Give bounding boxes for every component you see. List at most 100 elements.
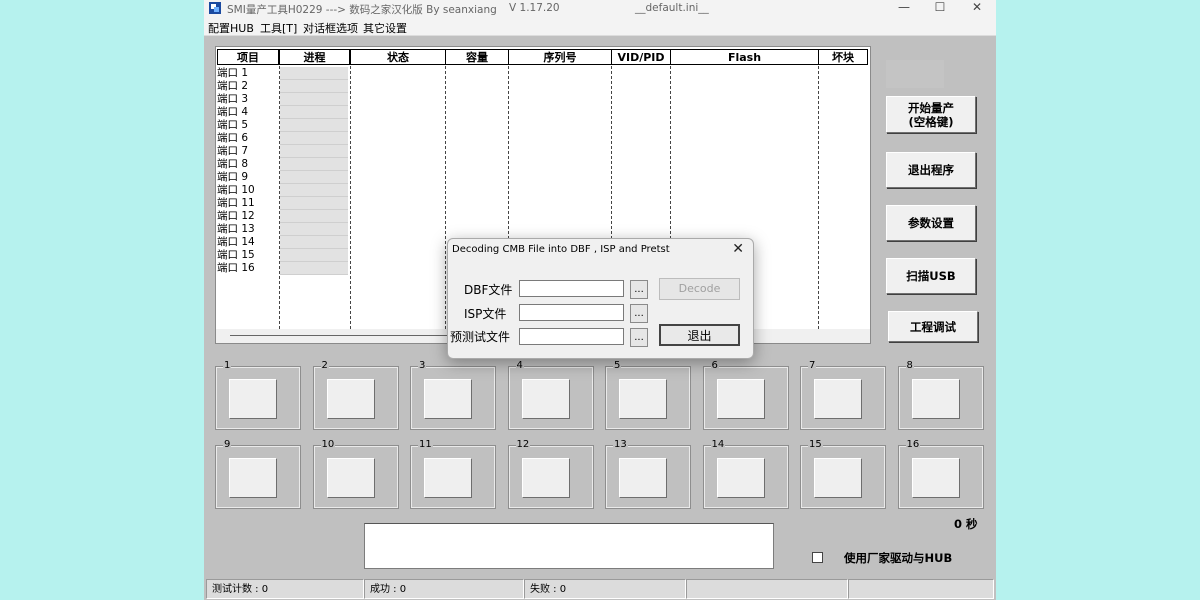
progress-cell xyxy=(280,262,348,275)
col-header-capacity[interactable]: 容量 xyxy=(445,49,509,65)
pretest-browse-button[interactable]: ... xyxy=(630,328,648,347)
col-header-flash[interactable]: Flash xyxy=(670,49,819,65)
port-slot: 5 xyxy=(605,360,691,430)
isp-file-label: ISP文件 xyxy=(464,307,507,321)
port-button[interactable] xyxy=(424,458,472,498)
menu-config-hub[interactable]: 配置HUB xyxy=(208,20,254,36)
port-number: 8 xyxy=(905,360,914,372)
port-button[interactable] xyxy=(424,379,472,419)
version-label: V 1.17.20 xyxy=(509,2,560,14)
progress-cell xyxy=(280,93,348,106)
exit-program-button[interactable]: 退出程序 xyxy=(886,152,976,188)
port-number: 14 xyxy=(710,439,726,451)
table-row-port-label[interactable]: 端口 14 xyxy=(217,236,255,249)
start-production-button[interactable]: 开始量产 (空格键) xyxy=(886,96,976,133)
port-number: 16 xyxy=(905,439,921,451)
port-number: 6 xyxy=(710,360,719,372)
vendor-driver-checkbox[interactable] xyxy=(812,552,823,563)
col-header-serial[interactable]: 序列号 xyxy=(508,49,612,65)
close-icon[interactable]: ✕ xyxy=(959,0,995,17)
status-cell-empty xyxy=(686,579,848,599)
table-row-port-label[interactable]: 端口 13 xyxy=(217,223,255,236)
table-row-port-label[interactable]: 端口 15 xyxy=(217,249,255,262)
dialog-exit-button[interactable]: 退出 xyxy=(659,324,740,346)
port-button[interactable] xyxy=(814,458,862,498)
port-number: 5 xyxy=(613,360,622,372)
pretest-file-label: 预测试文件 xyxy=(450,330,511,344)
port-button[interactable] xyxy=(326,379,375,419)
port-slot: 3 xyxy=(410,360,496,430)
port-number: 7 xyxy=(808,360,817,372)
pretest-file-input[interactable] xyxy=(519,328,624,345)
table-row-port-label[interactable]: 端口 1 xyxy=(217,67,248,80)
col-header-badblock[interactable]: 坏块 xyxy=(818,49,868,65)
port-number: 11 xyxy=(418,439,433,451)
port-slot: 8 xyxy=(897,360,984,430)
title-bar[interactable]: SMI量产工具H0229 ---> 数码之家汉化版 By seanxiang V… xyxy=(204,0,996,17)
col-header-item[interactable]: 项目 xyxy=(217,49,279,65)
progress-cell xyxy=(280,132,348,145)
progress-cell xyxy=(280,171,348,184)
table-row-port-label[interactable]: 端口 11 xyxy=(217,197,255,210)
port-slot: 16 xyxy=(897,439,984,509)
progress-cell xyxy=(280,236,348,249)
isp-file-input[interactable] xyxy=(519,304,624,321)
progress-cell xyxy=(280,119,348,132)
progress-cell xyxy=(280,210,348,223)
table-row-port-label[interactable]: 端口 9 xyxy=(217,171,248,184)
table-row-port-label[interactable]: 端口 10 xyxy=(217,184,255,197)
port-number: 9 xyxy=(223,439,232,451)
col-header-vidpid[interactable]: VID/PID xyxy=(611,49,671,65)
status-bar: 测试计数 : 0 成功 : 0 失败 : 0 xyxy=(204,579,996,600)
vendor-driver-label[interactable]: 使用厂家驱动与HUB xyxy=(844,550,952,566)
decode-button[interactable]: Decode xyxy=(659,278,740,300)
isp-browse-button[interactable]: ... xyxy=(630,304,648,323)
port-button[interactable] xyxy=(619,458,667,498)
minimize-icon[interactable]: — xyxy=(886,0,922,17)
port-button[interactable] xyxy=(521,458,570,498)
table-row-port-label[interactable]: 端口 5 xyxy=(217,119,248,132)
port-button[interactable] xyxy=(229,379,277,419)
port-button[interactable] xyxy=(521,379,570,419)
port-button[interactable] xyxy=(716,379,765,419)
table-row-port-label[interactable]: 端口 4 xyxy=(217,106,248,119)
col-header-status[interactable]: 状态 xyxy=(350,49,446,65)
table-row-port-label[interactable]: 端口 3 xyxy=(217,93,248,106)
engineering-debug-button[interactable]: 工程调试 xyxy=(888,311,978,342)
port-number: 3 xyxy=(418,360,427,372)
table-row-port-label[interactable]: 端口 7 xyxy=(217,145,248,158)
port-button[interactable] xyxy=(619,379,667,419)
scrollbar-thumb[interactable] xyxy=(230,335,450,336)
port-button[interactable] xyxy=(229,458,277,498)
port-button[interactable] xyxy=(716,458,765,498)
table-row-port-label[interactable]: 端口 8 xyxy=(217,158,248,171)
port-button[interactable] xyxy=(814,379,862,419)
port-button[interactable] xyxy=(326,458,375,498)
dbf-file-input[interactable] xyxy=(519,280,624,297)
table-row-port-label[interactable]: 端口 2 xyxy=(217,80,248,93)
column-divider xyxy=(818,66,819,329)
port-button[interactable] xyxy=(911,379,960,419)
progress-cell xyxy=(280,184,348,197)
message-box[interactable] xyxy=(364,523,774,569)
dialog-close-icon[interactable]: ✕ xyxy=(732,241,744,257)
progress-cell xyxy=(280,249,348,262)
table-row-port-label[interactable]: 端口 6 xyxy=(217,132,248,145)
dbf-browse-button[interactable]: ... xyxy=(630,280,648,299)
col-header-progress[interactable]: 进程 xyxy=(279,49,350,65)
decode-cmb-dialog: Decoding CMB File into DBF , ISP and Pre… xyxy=(447,238,754,359)
progress-cell xyxy=(280,197,348,210)
parameter-settings-button[interactable]: 参数设置 xyxy=(886,205,976,241)
port-slot: 14 xyxy=(702,439,789,509)
menu-other-settings[interactable]: 其它设置 xyxy=(363,20,407,36)
table-row-port-label[interactable]: 端口 12 xyxy=(217,210,255,223)
port-button[interactable] xyxy=(911,458,960,498)
scan-usb-button[interactable]: 扫描USB xyxy=(886,258,976,294)
maximize-icon[interactable]: ☐ xyxy=(922,0,958,17)
port-number: 15 xyxy=(808,439,823,451)
menu-dialog-options[interactable]: 对话框选项 xyxy=(303,20,358,36)
port-slot: 12 xyxy=(507,439,594,509)
ini-label: __default.ini__ xyxy=(635,2,709,14)
menu-tools[interactable]: 工具[T] xyxy=(260,20,297,36)
table-row-port-label[interactable]: 端口 16 xyxy=(217,262,255,275)
